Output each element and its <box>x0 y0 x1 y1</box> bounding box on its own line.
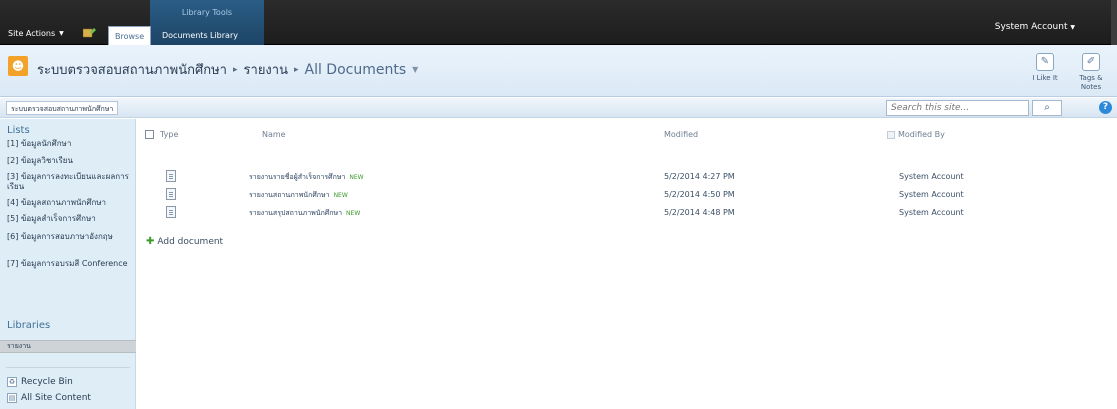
tags-notes-label: Tags & Notes <box>1079 74 1103 91</box>
document-name[interactable]: รายงานสรุปสถานภาพนักศึกษา NEW <box>249 208 360 219</box>
site-actions-label: Site Actions <box>8 29 56 38</box>
search-input[interactable] <box>886 100 1029 116</box>
new-badge: NEW <box>346 210 361 217</box>
divider <box>6 367 130 368</box>
modified-cell: 5/2/2014 4:50 PM <box>664 190 735 199</box>
new-badge: NEW <box>333 192 348 199</box>
add-document-link[interactable]: ✚ Add document <box>146 236 223 247</box>
scrollbar[interactable] <box>1111 0 1117 45</box>
document-name-label: รายงานสรุปสถานภาพนักศึกษา <box>249 209 343 217</box>
account-menu[interactable]: System Account ▼ <box>995 22 1075 32</box>
table-row[interactable]: รายงานรายชื่อผู้สำเร็จการศึกษา NEW 5/2/20… <box>0 170 1117 185</box>
chevron-down-icon: ▼ <box>59 30 64 37</box>
modified-cell: 5/2/2014 4:48 PM <box>664 208 735 217</box>
nav-list-item[interactable]: [1] ข้อมูลนักศึกษา <box>7 139 133 149</box>
arrow-right-icon: ▸ <box>293 64 299 75</box>
chevron-down-icon[interactable]: ▼ <box>412 65 418 74</box>
recycle-bin-link[interactable]: ♻ Recycle Bin <box>7 377 73 387</box>
modified-by-cell[interactable]: System Account <box>899 172 964 181</box>
recycle-bin-icon: ♻ <box>7 377 17 387</box>
nav-library-item[interactable]: รายงาน <box>0 340 136 353</box>
column-header-modified-by[interactable]: Modified By <box>887 130 945 139</box>
select-all-checkbox[interactable] <box>145 130 154 139</box>
document-icon <box>166 206 176 218</box>
lists-heading[interactable]: Lists <box>7 125 30 136</box>
tags-notes-button[interactable]: ✐ Tags & Notes <box>1073 53 1109 92</box>
column-header-modified[interactable]: Modified <box>664 130 698 139</box>
add-icon: ✚ <box>146 236 155 247</box>
site-actions-menu[interactable]: Site Actions ▼ <box>8 29 64 38</box>
checkbox-icon <box>887 130 895 139</box>
ribbon: Library Tools Site Actions ▼ Browse Docu… <box>0 0 1117 45</box>
help-icon[interactable]: ? <box>1099 101 1112 114</box>
column-header-type[interactable]: Type <box>160 130 178 139</box>
add-document-label: Add document <box>157 236 224 247</box>
column-header-name[interactable]: Name <box>262 130 286 139</box>
account-name: System Account <box>994 22 1068 32</box>
tab-browse[interactable]: Browse <box>108 26 152 45</box>
table-row[interactable]: รายงานสถานภาพนักศึกษา NEW 5/2/2014 4:50 P… <box>0 188 1117 203</box>
nav-list-item[interactable]: [6] ข้อมูลการสอบภาษาอังกฤษ <box>7 232 133 242</box>
recycle-bin-label: Recycle Bin <box>21 377 73 387</box>
site-logo-icon[interactable]: ☻ <box>8 56 28 76</box>
i-like-it-label: I Like It <box>1032 74 1058 82</box>
breadcrumb-view[interactable]: All Documents <box>305 62 407 78</box>
like-tag-icon: ✎ <box>1036 53 1054 71</box>
library-tools-label: Library Tools <box>181 8 233 17</box>
navigate-up-icon[interactable] <box>83 26 97 38</box>
document-icon <box>166 170 176 182</box>
chevron-down-icon: ▼ <box>1070 24 1075 31</box>
document-icon <box>166 188 176 200</box>
table-row[interactable]: รายงานสรุปสถานภาพนักศึกษา NEW 5/2/2014 4:… <box>0 206 1117 221</box>
column-header-modified-by-label: Modified By <box>898 130 945 139</box>
search-icon[interactable]: ⌕ <box>1032 100 1062 116</box>
breadcrumb: ระบบตรวจสอบสถานภาพนักศึกษา ▸ รายงาน ▸ Al… <box>37 59 418 80</box>
title-area: ☻ ระบบตรวจสอบสถานภาพนักศึกษา ▸ รายงาน ▸ … <box>0 45 1117 97</box>
tab-library[interactable]: Library <box>204 26 244 45</box>
modified-by-cell[interactable]: System Account <box>899 190 964 199</box>
modified-cell: 5/2/2014 4:27 PM <box>664 172 735 181</box>
libraries-heading[interactable]: Libraries <box>7 320 50 331</box>
document-name[interactable]: รายงานรายชื่อผู้สำเร็จการศึกษา NEW <box>249 172 364 183</box>
nav-list-item[interactable]: [2] ข้อมูลวิชาเรียน <box>7 156 133 166</box>
top-link-bar: ระบบตรวจสอบสถานภาพนักศึกษา ⌕ ? <box>0 98 1117 118</box>
nav-list-item[interactable]: [7] ข้อมูลการอบรมสี Conference <box>7 259 133 269</box>
breadcrumb-site[interactable]: ระบบตรวจสอบสถานภาพนักศึกษา <box>37 59 227 80</box>
tag-note-icon: ✐ <box>1082 53 1100 71</box>
site-content-icon: ▤ <box>7 393 17 403</box>
document-name-label: รายงานรายชื่อผู้สำเร็จการศึกษา <box>249 173 346 181</box>
all-site-content-label: All Site Content <box>21 393 91 403</box>
all-site-content-link[interactable]: ▤ All Site Content <box>7 393 91 403</box>
top-link-home[interactable]: ระบบตรวจสอบสถานภาพนักศึกษา <box>6 101 119 115</box>
i-like-it-button[interactable]: ✎ I Like It <box>1027 53 1063 92</box>
modified-by-cell[interactable]: System Account <box>899 208 964 217</box>
breadcrumb-list[interactable]: รายงาน <box>244 59 288 80</box>
quick-launch: Lists [1] ข้อมูลนักศึกษา [2] ข้อมูลวิชาเ… <box>0 119 136 409</box>
document-name-label: รายงานสถานภาพนักศึกษา <box>249 191 330 199</box>
arrow-right-icon: ▸ <box>233 64 238 75</box>
document-name[interactable]: รายงานสถานภาพนักศึกษา NEW <box>249 190 348 201</box>
new-badge: NEW <box>349 174 364 181</box>
social-tools: ✎ I Like It ✐ Tags & Notes <box>1027 53 1109 92</box>
